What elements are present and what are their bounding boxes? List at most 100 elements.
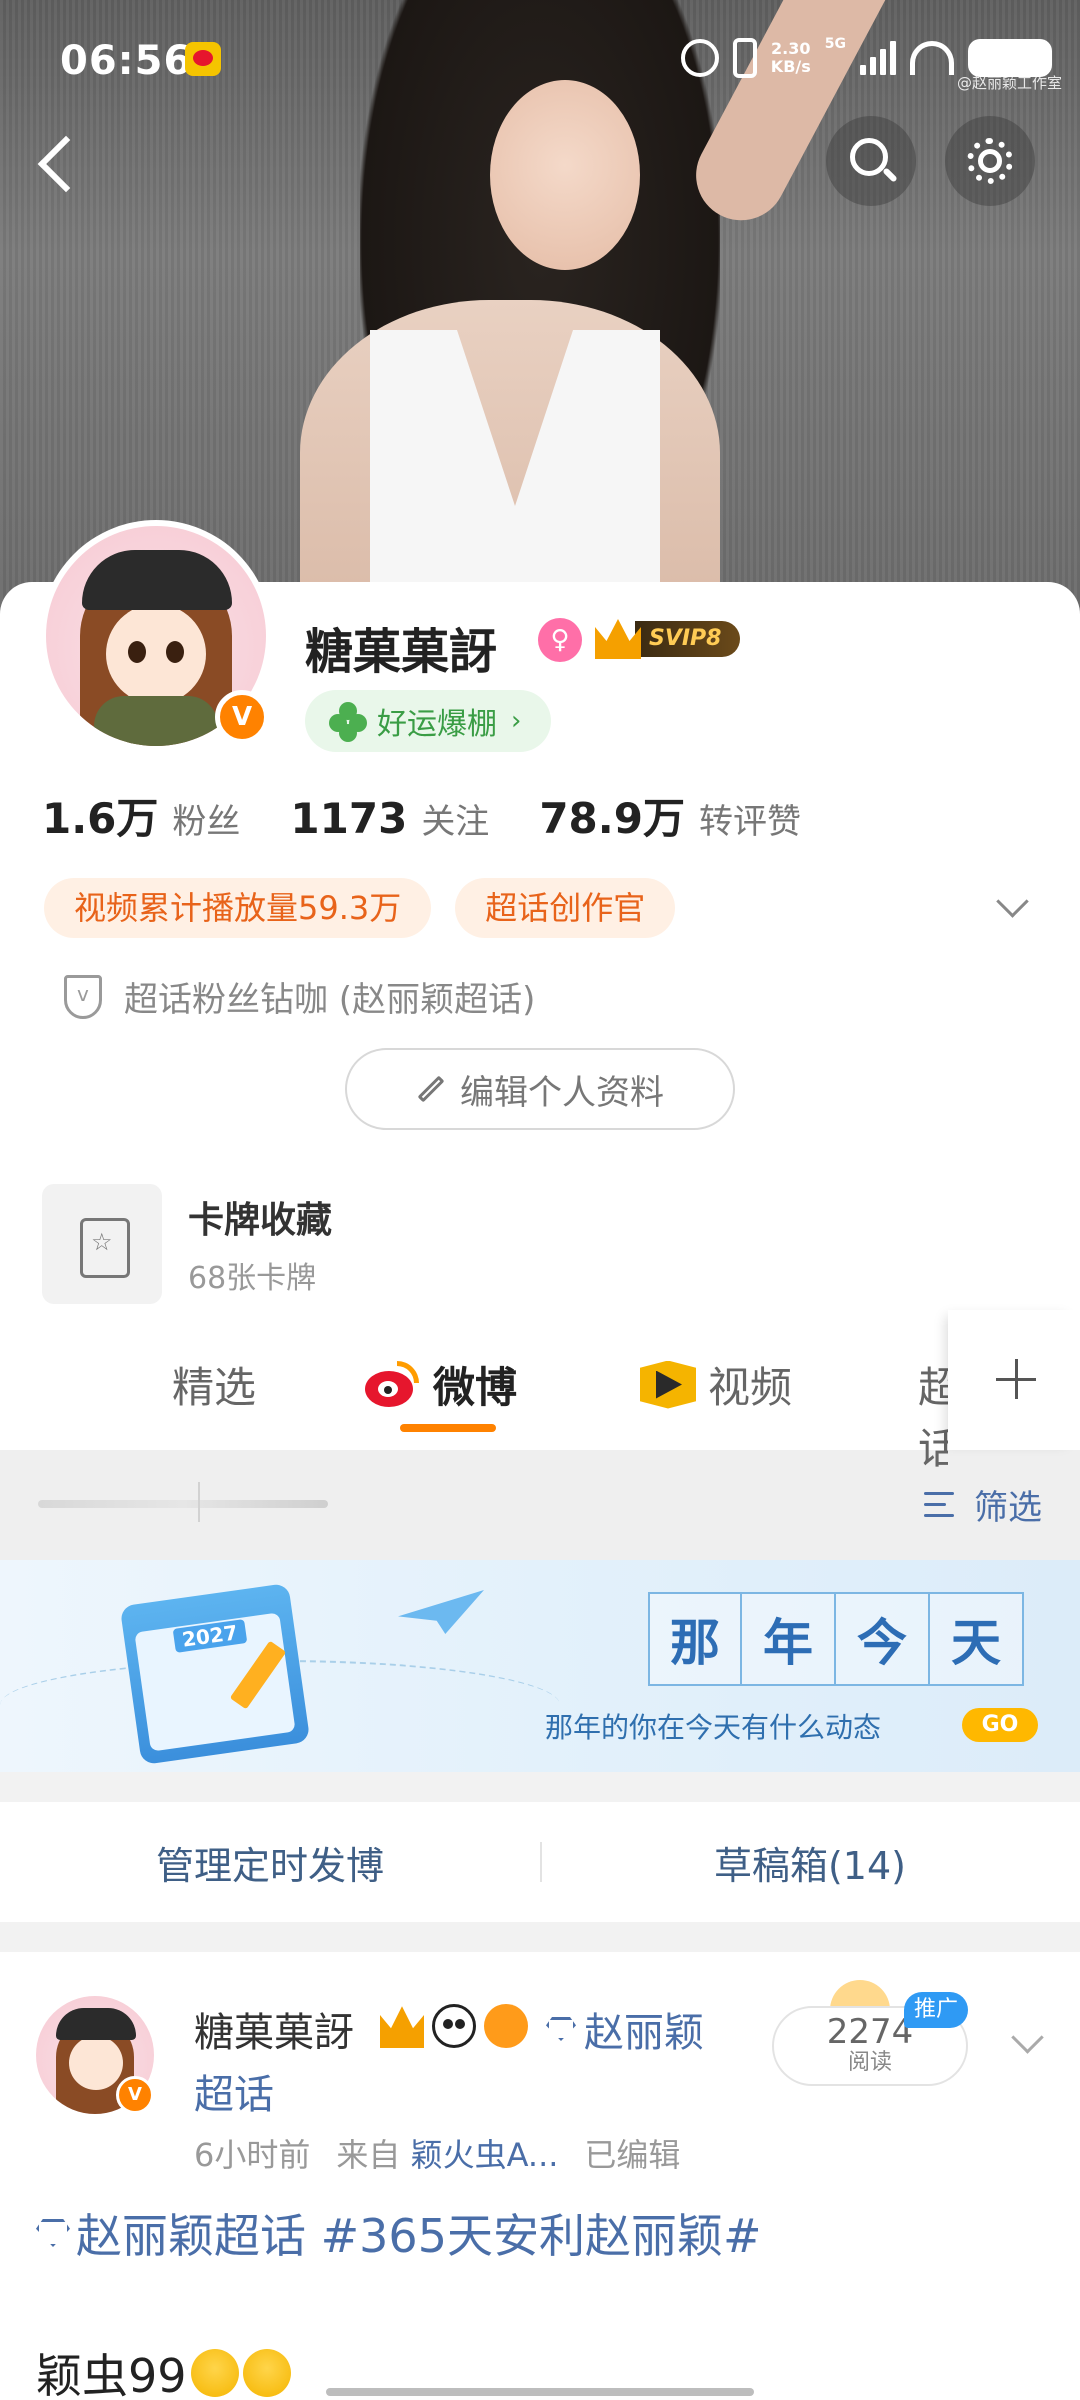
tab-label: 超话 [918,1363,948,1473]
post-time: 6小时前 [194,2136,311,2174]
post-supertopic-link[interactable]: 赵丽颖 [546,2000,704,2058]
svip-badge[interactable]: SVIP8 [595,616,740,662]
supertopic-suffix[interactable]: 超话 [194,2062,274,2120]
post-management-row: 管理定时发博 草稿箱(14) [0,1802,1080,1922]
filter-placeholder [38,1482,328,1522]
emoji-icon [242,2349,291,2397]
weibo-notification-icon [185,42,221,76]
post-meta: 6小时前 来自 颖火虫A... 已编辑 [194,2130,680,2176]
scheduled-posts-label: 管理定时发博 [155,1843,384,1888]
post-author-name[interactable]: 糖菓菓訝 [194,2000,354,2058]
banner-go-button[interactable]: GO [962,1708,1038,1742]
network-type: 5G [824,36,846,52]
chevron-down-icon[interactable] [995,888,1027,920]
supertopic-name: 赵丽颖 [584,2010,704,2056]
stat-value: 78.9万 [539,794,685,843]
weibo-logo-icon [365,1360,421,1409]
profile-stats: 1.6万 粉丝 1173 关注 78.9万 转评赞 [42,785,851,846]
tab-supertopic[interactable]: 超话 [918,1354,948,1476]
stat-following[interactable]: 1173 关注 [290,794,489,843]
card-collection[interactable]: 卡牌收藏 68张卡牌 [42,1184,332,1304]
filter-button[interactable]: 筛选 [924,1480,1042,1529]
drafts-button[interactable]: 草稿箱(14) [540,1802,1080,1922]
banner-subtitle: 那年的你在今天有什么动态 [545,1711,882,1744]
edit-profile-label: 编辑个人资料 [460,1072,664,1113]
luck-status-chip[interactable]: 好运爆棚 › [305,690,552,752]
active-tab-indicator [400,1424,496,1432]
author-badges [380,2004,528,2048]
profile-nickname: 糖菓菓訝 [305,624,498,680]
tab-label: 微博 [433,1363,518,1412]
fan-badge-row[interactable]: 超话粉丝钻咖 (赵丽颖超话) [64,972,535,1021]
stat-fans[interactable]: 1.6万 粉丝 [42,785,240,846]
post-edited-label: 已编辑 [584,2136,681,2174]
calendar-illustration: 2027 [119,1580,311,1766]
signal-icon [860,41,896,75]
tab-featured[interactable]: 精选 [172,1354,256,1415]
post-source-link[interactable]: 颖火虫A... [411,2136,559,2174]
status-time: 06:56 [60,38,193,84]
stat-value: 1.6万 [42,794,159,843]
scheduled-posts-button[interactable]: 管理定时发博 [0,1802,540,1922]
chevron-down-icon[interactable] [1010,2026,1044,2060]
luck-label: 好运爆棚 [377,707,497,742]
card-collection-count: 68张卡牌 [188,1261,317,1296]
home-indicator[interactable] [326,2388,754,2396]
post-body-topic-line[interactable]: 赵丽颖超话 #365天安利赵丽颖# [36,2200,762,2266]
female-gender-icon: ♀ [538,618,582,662]
tab-weibo[interactable]: 微博 [365,1354,517,1415]
diamond-icon [36,2219,70,2247]
post-body-line: 颖虫99 [36,2349,187,2400]
tag-video-plays[interactable]: 视频累计播放量59.3万 [44,878,432,938]
filter-label: 筛选 [974,1488,1042,1528]
pencil-icon [417,1075,445,1103]
stat-value: 1173 [290,794,408,843]
profile-tags: 视频累计播放量59.3万 超话创作官 [44,878,676,938]
stat-label: 转评赞 [698,802,801,842]
diamond-icon [546,2017,576,2041]
network-speed-unit: KB/s [770,57,811,76]
tab-label: 精选 [172,1363,257,1412]
chevron-right-icon: › [511,706,522,736]
network-speed: 2.30 KB/s [771,40,811,76]
tab-label: 视频 [708,1363,793,1412]
verified-badge-icon: V [116,2076,154,2114]
card-collection-icon [42,1184,162,1304]
post-body-topics: 赵丽颖超话 #365天安利赵丽颖# [76,2209,762,2263]
stat-label: 关注 [421,802,490,842]
verified-badge-icon: V [215,690,269,744]
tag-supertopic-creator[interactable]: 超话创作官 [455,878,676,938]
feed-post: V 糖菓菓訝 赵丽颖 超话 6小时前 来自 颖火虫A... 已编辑 2274 阅… [0,1952,1080,2400]
clover-icon [329,702,367,742]
status-bar: 06:56 2.30 KB/s 5G [0,0,1080,120]
post-source: 来自 颖火虫A... [336,2136,559,2174]
edit-profile-button[interactable]: 编辑个人资料 [345,1048,735,1130]
promote-tag[interactable]: 推广 [904,1992,969,2028]
vibrate-icon [732,38,757,78]
panda-badge-icon [432,2004,476,2048]
crown-badge-icon [380,2006,424,2048]
memories-banner[interactable]: 2027 那 年 今 天 那年的你在今天有什么动态 GO [0,1560,1080,1772]
paper-plane-icon [398,1590,484,1634]
alarm-icon [680,39,719,77]
tab-video[interactable]: 视频 [640,1354,792,1415]
video-play-icon [640,1360,696,1409]
banner-title: 那 年 今 天 [648,1592,1024,1686]
drafts-label: 草稿箱(14) [713,1843,906,1888]
back-button[interactable] [30,120,90,200]
network-speed-value: 2.30 [771,39,811,58]
search-button[interactable] [826,116,916,206]
status-icons: 2.30 KB/s 5G [680,36,1052,80]
stat-label: 粉丝 [172,802,241,842]
filter-icon [924,1488,964,1522]
card-collection-title: 卡牌收藏 [188,1200,333,1241]
fish-badge-icon [484,2004,528,2048]
add-tab-button[interactable] [948,1310,1080,1450]
profile-tabs: 精选 微博 视频 超话 [0,1310,1080,1473]
fan-badge-label: 超话粉丝钻咖 (赵丽颖超话) [124,980,536,1020]
read-label: 阅读 [847,2050,892,2075]
stat-interactions[interactable]: 78.9万 转评赞 [539,785,801,846]
post-body-text: 颖虫99 [36,2340,291,2400]
settings-button[interactable] [945,116,1035,206]
svip-label: SVIP8 [635,621,740,657]
